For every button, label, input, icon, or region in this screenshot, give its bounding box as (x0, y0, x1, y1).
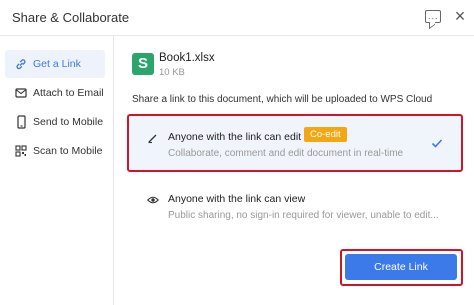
mobile-icon (17, 115, 26, 129)
sidebar-item-get-a-link[interactable]: Get a Link (5, 50, 105, 78)
create-link-highlight: Create Link (340, 249, 463, 286)
window-title: Share & Collaborate (12, 10, 130, 25)
sidebar: Get a Link Attach to Email Send to Mobil… (0, 36, 114, 305)
option-edit-permission[interactable]: Anyone with the link can edit Co-edit Co… (127, 114, 463, 172)
sidebar-item-send-to-mobile[interactable]: Send to Mobile (5, 108, 105, 136)
sidebar-item-label: Get a Link (33, 58, 81, 70)
file-size: 10 KB (159, 67, 185, 78)
option-view-permission[interactable]: Anyone with the link can view Public sha… (127, 176, 463, 234)
link-icon (16, 59, 26, 70)
pen-icon (148, 134, 157, 144)
option-title: Anyone with the link can edit (168, 131, 302, 143)
spreadsheet-file-icon: S (132, 53, 154, 75)
sidebar-item-scan-to-mobile[interactable]: Scan to Mobile (5, 137, 105, 165)
mail-icon (15, 88, 27, 98)
sidebar-item-label: Attach to Email (33, 87, 104, 99)
sidebar-item-label: Send to Mobile (33, 116, 104, 128)
co-edit-badge: Co-edit (304, 127, 347, 142)
option-description: Collaborate, comment and edit document i… (168, 148, 404, 159)
sidebar-item-attach-to-email[interactable]: Attach to Email (5, 79, 105, 107)
eye-icon (147, 196, 159, 204)
main-panel: S Book1.xlsx 10 KB Share a link to this … (115, 36, 474, 305)
close-icon[interactable]: × (452, 7, 468, 25)
option-title: Anyone with the link can view (168, 193, 306, 205)
title-bar: Share & Collaborate ... × (0, 0, 474, 36)
sidebar-item-label: Scan to Mobile (33, 145, 103, 157)
option-description: Public sharing, no sign-in required for … (168, 210, 439, 221)
chat-icon[interactable]: ... (425, 10, 441, 23)
create-link-button[interactable]: Create Link (345, 254, 457, 280)
checkmark-icon (431, 139, 443, 148)
qr-code-icon (15, 145, 27, 157)
share-description: Share a link to this document, which wil… (132, 94, 433, 105)
file-name: Book1.xlsx (159, 52, 215, 64)
